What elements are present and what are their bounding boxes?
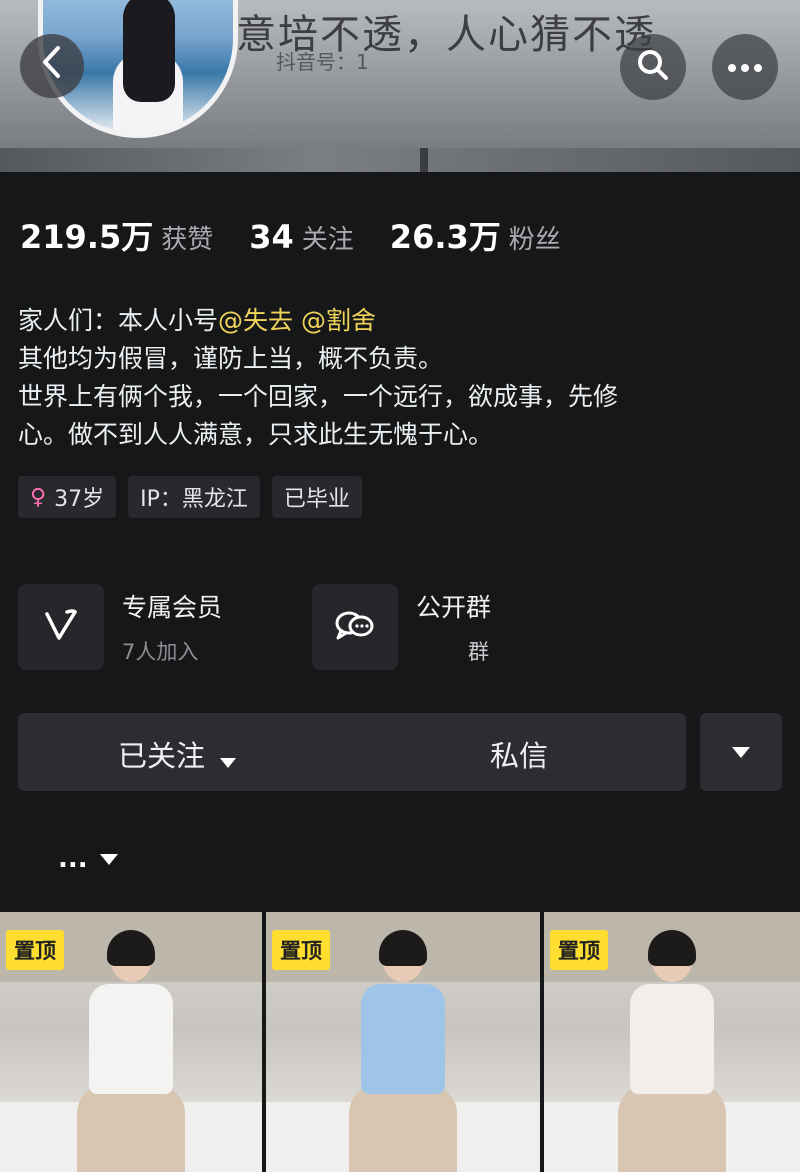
stat-value: 219.5万 — [20, 218, 154, 256]
video-thumbnail-person — [612, 930, 732, 1172]
chat-bubbles-icon — [333, 607, 377, 647]
member-subtitle: 7人加入 — [122, 640, 199, 664]
bio-text: 家人们：本人小号 — [18, 306, 219, 335]
profile-panel: 219.5万 获赞 34 关注 26.3万 粉丝 家人们：本人小号@失去 @割舍… — [0, 172, 800, 912]
stat-label: 粉丝 — [508, 225, 561, 255]
member-title: 专属会员 — [122, 593, 223, 622]
group-text: 公开群 群 — [416, 588, 491, 666]
stat-value: 26.3万 — [389, 218, 501, 256]
profile-tags: ♀ 37岁 IP：黑龙江 已毕业 — [18, 476, 374, 518]
video-thumbnail-person — [71, 930, 191, 1172]
group-subtitle: 群 — [468, 640, 489, 664]
stats-row: 219.5万 获赞 34 关注 26.3万 粉丝 — [20, 212, 597, 258]
bio: 家人们：本人小号@失去 @割舍 其他均为假冒，谨防上当，概不负责。 世界上有俩个… — [18, 302, 788, 454]
bio-line: 其他均为假冒，谨防上当，概不负责。 — [18, 344, 444, 373]
bio-line: 世界上有俩个我，一个回家，一个远行，欲成事，先修 — [18, 382, 619, 411]
caret-down-icon — [99, 850, 118, 869]
more-dots-icon — [727, 58, 763, 77]
works-tab[interactable]: ... — [58, 844, 118, 874]
person-body — [361, 984, 445, 1094]
video-grid: 置顶 置顶 置顶 — [0, 912, 800, 1172]
header-divider — [420, 148, 428, 172]
person-legs — [349, 1084, 457, 1172]
stat-following[interactable]: 34 关注 — [249, 218, 354, 256]
tag-text: 37岁 — [54, 487, 105, 512]
female-icon: ♀ — [30, 484, 47, 510]
stat-followers[interactable]: 26.3万 粉丝 — [390, 212, 561, 258]
person-hair — [648, 930, 696, 966]
douyin-id: 抖音号：1 — [276, 50, 369, 74]
bio-line: 家人们：本人小号@失去 @割舍 — [18, 302, 788, 340]
tag-age: ♀ 37岁 — [18, 476, 117, 518]
group-icon-box — [312, 584, 398, 670]
stat-likes: 219.5万 获赞 — [20, 212, 213, 258]
pinned-badge: 置顶 — [272, 930, 330, 970]
person-legs — [77, 1084, 185, 1172]
person-hair — [107, 930, 155, 966]
caret-down-icon — [220, 741, 237, 775]
tag-text: 已毕业 — [283, 487, 350, 512]
group-entry[interactable]: 公开群 群 — [312, 584, 491, 670]
member-icon-box — [18, 584, 104, 670]
followed-button[interactable]: 已关注 — [118, 733, 237, 775]
tag-ip: IP：黑龙江 — [128, 476, 260, 518]
person-body — [89, 984, 173, 1094]
tag-text: IP：黑龙江 — [140, 487, 248, 512]
mention-link[interactable]: @失去 — [218, 306, 293, 335]
mention-link[interactable]: @割舍 — [301, 306, 376, 335]
bio-line: 心。做不到人人满意，只求此生无愧于心。 — [18, 420, 494, 449]
video-card[interactable]: 置顶 — [266, 912, 540, 1172]
header-band — [0, 148, 800, 172]
group-title: 公开群 — [416, 593, 492, 622]
pinned-badge: 置顶 — [550, 930, 608, 970]
person-hair — [379, 930, 427, 966]
video-card[interactable]: 置顶 — [0, 912, 262, 1172]
video-card[interactable]: 置顶 — [544, 912, 800, 1172]
more-actions-button[interactable] — [700, 713, 782, 791]
caret-down-icon — [732, 743, 750, 762]
member-text: 专属会员 7人加入 — [122, 588, 222, 666]
chevron-left-icon — [39, 45, 65, 88]
video-thumbnail-person — [343, 930, 463, 1172]
v-member-icon — [43, 608, 79, 646]
tag-school[interactable]: 已毕业 — [271, 476, 362, 518]
person-body — [630, 984, 714, 1094]
stat-label: 获赞 — [161, 225, 214, 255]
profile-header: 意培不透，人心猜不透 抖音号：1 — [0, 0, 800, 172]
more-button[interactable] — [712, 34, 778, 100]
member-entry[interactable]: 专属会员 7人加入 — [18, 584, 222, 670]
search-icon — [636, 48, 670, 86]
person-legs — [618, 1084, 726, 1172]
search-button[interactable] — [620, 34, 686, 100]
pinned-badge: 置顶 — [6, 930, 64, 970]
action-bar: 已关注 私信 — [18, 713, 782, 791]
followed-label: 已关注 — [118, 739, 206, 773]
avatar-hair — [123, 0, 175, 102]
avatar-figure — [113, 0, 183, 133]
back-button[interactable] — [20, 34, 84, 98]
follow-dm-button[interactable]: 已关注 私信 — [18, 713, 686, 791]
message-button[interactable]: 私信 — [490, 733, 548, 775]
tab-label: ... — [58, 844, 88, 874]
stat-label: 关注 — [301, 225, 354, 255]
stat-value: 34 — [249, 218, 294, 256]
